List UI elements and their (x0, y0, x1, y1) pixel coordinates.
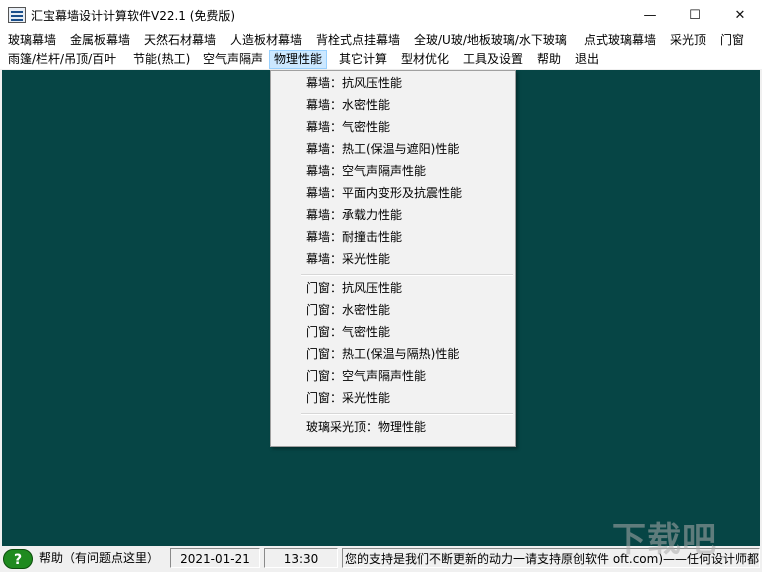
menu-doors-windows[interactable]: 门窗 (720, 32, 744, 49)
menu-item-wall-deformation-seismic[interactable]: 幕墙：平面内变形及抗震性能 (306, 183, 462, 203)
menu-item-window-thermal[interactable]: 门窗：热工(保温与隔热)性能 (306, 344, 459, 364)
menu-tools-settings[interactable]: 工具及设置 (463, 51, 523, 68)
menu-profile-optimize[interactable]: 型材优化 (401, 51, 449, 68)
watermark-logo: 下载吧 (612, 520, 717, 560)
physical-performance-dropdown: 幕墙：抗风压性能 幕墙：水密性能 幕墙：气密性能 幕墙：热工(保温与遮阳)性能 … (270, 70, 516, 447)
menu-item-window-wind-pressure[interactable]: 门窗：抗风压性能 (306, 278, 402, 298)
app-window: 汇宝幕墙设计计算软件V22.1 (免费版) — ☐ ✕ 玻璃幕墙 金属板幕墙 天… (0, 0, 762, 572)
app-logo-icon (8, 7, 26, 23)
menu-item-wall-sound[interactable]: 幕墙：空气声隔声性能 (306, 161, 426, 181)
menu-separator (301, 274, 513, 276)
menu-bar: 玻璃幕墙 金属板幕墙 天然石材幕墙 人造板材幕墙 背栓式点挂幕墙 全玻/U玻/地… (0, 31, 762, 69)
menu-item-window-water-tightness[interactable]: 门窗：水密性能 (306, 300, 390, 320)
menu-other-calc[interactable]: 其它计算 (339, 51, 387, 68)
menu-skylight[interactable]: 采光顶 (670, 32, 706, 49)
menu-item-wall-load-capacity[interactable]: 幕墙：承载力性能 (306, 205, 402, 225)
menu-item-wall-wind-pressure[interactable]: 幕墙：抗风压性能 (306, 73, 402, 93)
menu-back-bolt-wall[interactable]: 背栓式点挂幕墙 (316, 32, 400, 49)
status-date: 2021-01-21 (170, 548, 260, 568)
menu-glass-curtain-wall[interactable]: 玻璃幕墙 (8, 32, 56, 49)
menu-separator (301, 413, 513, 415)
menu-item-wall-thermal[interactable]: 幕墙：热工(保温与遮阳)性能 (306, 139, 459, 159)
menu-item-window-air-tightness[interactable]: 门窗：气密性能 (306, 322, 390, 342)
menu-item-window-daylighting[interactable]: 门窗：采光性能 (306, 388, 390, 408)
menu-help[interactable]: 帮助 (537, 51, 561, 68)
menu-exit[interactable]: 退出 (575, 51, 599, 68)
menu-item-wall-water-tightness[interactable]: 幕墙：水密性能 (306, 95, 390, 115)
menu-natural-stone-wall[interactable]: 天然石材幕墙 (144, 32, 216, 49)
menu-point-glass-wall[interactable]: 点式玻璃幕墙 (584, 32, 656, 49)
menu-item-window-sound[interactable]: 门窗：空气声隔声性能 (306, 366, 426, 386)
menu-canopy-railing[interactable]: 雨篷/栏杆/吊顶/百叶 (8, 51, 116, 68)
menu-item-wall-daylighting[interactable]: 幕墙：采光性能 (306, 249, 390, 269)
menu-full-glass[interactable]: 全玻/U玻/地板玻璃/水下玻璃 (414, 32, 567, 49)
status-time: 13:30 (264, 548, 338, 568)
menu-physical-performance[interactable]: 物理性能 (268, 50, 328, 69)
menu-metal-panel-wall[interactable]: 金属板幕墙 (70, 32, 130, 49)
maximize-button[interactable]: ☐ (673, 0, 717, 31)
minimize-button[interactable]: — (628, 0, 672, 31)
menu-artificial-panel-wall[interactable]: 人造板材幕墙 (230, 32, 302, 49)
menu-sound-insulation[interactable]: 空气声隔声 (203, 51, 263, 68)
help-status-text[interactable]: 帮助（有问题点这里） (36, 548, 166, 568)
menu-item-skylight-physical[interactable]: 玻璃采光顶：物理性能 (306, 417, 426, 437)
title-bar: 汇宝幕墙设计计算软件V22.1 (免费版) — ☐ ✕ (0, 0, 762, 31)
window-title: 汇宝幕墙设计计算软件V22.1 (免费版) (31, 9, 236, 23)
menu-item-wall-air-tightness[interactable]: 幕墙：气密性能 (306, 117, 390, 137)
close-button[interactable]: ✕ (718, 0, 762, 31)
menu-energy-thermal[interactable]: 节能(热工) (133, 51, 190, 68)
menu-item-wall-impact[interactable]: 幕墙：耐撞击性能 (306, 227, 402, 247)
help-icon[interactable]: ? (3, 549, 33, 569)
